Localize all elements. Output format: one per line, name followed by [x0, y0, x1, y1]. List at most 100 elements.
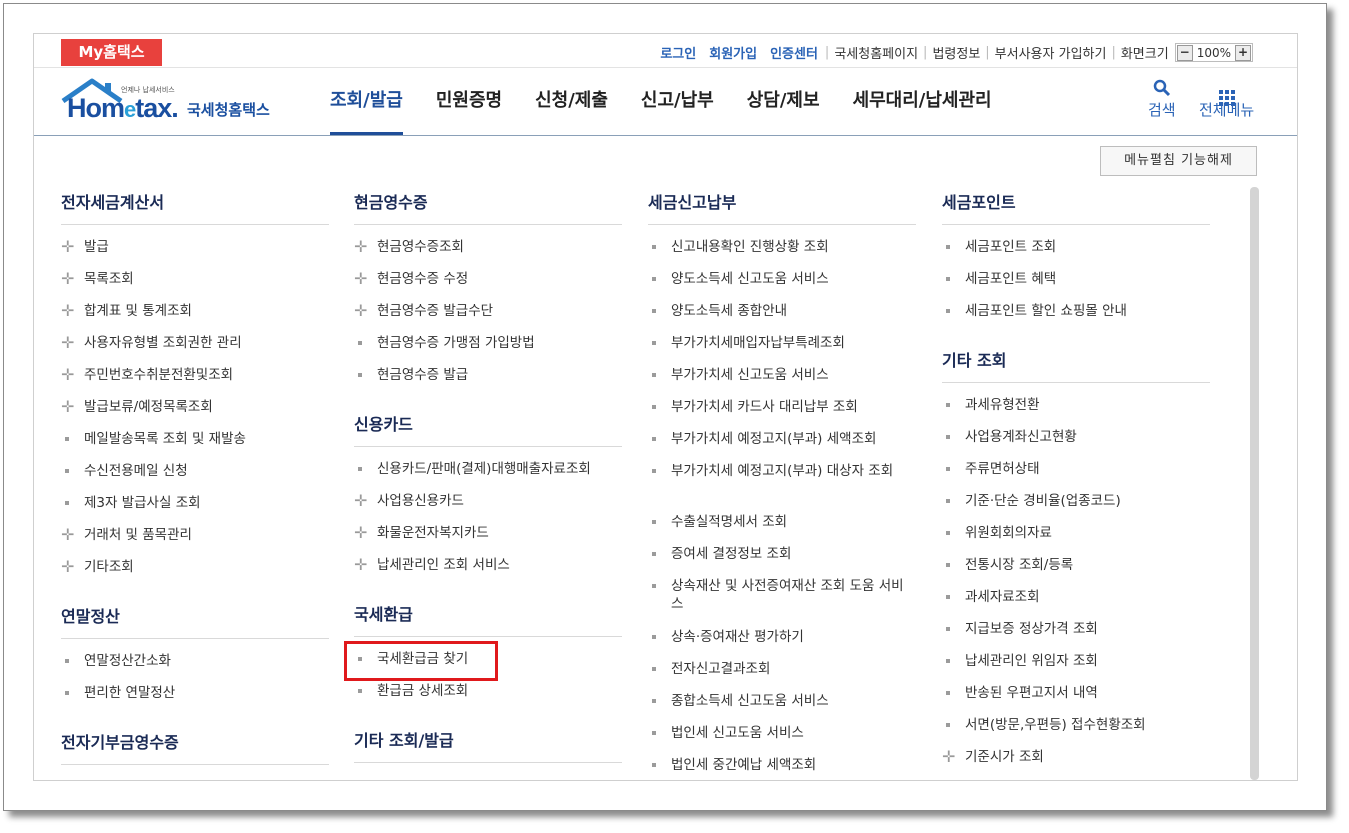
- main-header: 언제나 납세서비스 Hometax. 국세청홈택스 조회/발급 민원증명 신청/…: [34, 67, 1297, 136]
- menu-item-label: 주민번호수취분전환및조회: [84, 367, 234, 383]
- top-links: 로그인 회원가입 인증센터 | 국세청홈페이지 | 법령정보 | 부서사용자 가…: [660, 43, 1253, 62]
- logo-wordmark: Hometax.: [67, 93, 179, 124]
- menu-item-label: 세금포인트 할인 쇼핑몰 안내: [965, 303, 1127, 319]
- menu-item-label: 사업용계좌신고현황: [965, 429, 1077, 445]
- menu-item-label: 상속재산 및 사전증여재산 조회 도움 서비스: [671, 578, 904, 612]
- hometax-page: My홈택스 로그인 회원가입 인증센터 | 국세청홈페이지 | 법령정보 | 부…: [33, 33, 1298, 781]
- cert-center-link[interactable]: 인증센터: [770, 43, 818, 62]
- menu-item-label: 현금영수증 발급수단: [377, 303, 494, 319]
- plus-icon: ✛: [354, 555, 368, 574]
- logo-part: tax.: [135, 93, 179, 123]
- menu-item-label: 부가가치세 예정고지(부과) 대상자 조회: [671, 463, 894, 479]
- search-label: 검색: [1148, 101, 1176, 119]
- menu-expand-disable-button[interactable]: 메뉴펼침 기능해제: [1100, 146, 1257, 176]
- menu-item-label: 부가가치세매입자납부특례조회: [671, 335, 845, 351]
- nav-tax-agent[interactable]: 세무대리/납세관리: [853, 67, 992, 135]
- search-icon: [1148, 79, 1176, 99]
- menu-item-label: 거래처 및 품목관리: [84, 527, 192, 543]
- menu-item-label: 목록조회: [84, 271, 134, 287]
- divider: |: [1111, 45, 1116, 60]
- all-menu-label: 전체메뉴: [1199, 101, 1255, 119]
- plus-icon: ✛: [61, 333, 75, 352]
- section-title[interactable]: 기타 조회/발급: [354, 727, 622, 763]
- hometax-logo[interactable]: 언제나 납세서비스 Hometax. 국세청홈택스: [59, 75, 289, 125]
- plus-icon: ✛: [942, 747, 956, 766]
- law-info-link[interactable]: 법령정보: [932, 43, 980, 62]
- logo-part: Hom: [67, 93, 125, 123]
- nav-consult[interactable]: 상담/제보: [747, 67, 820, 135]
- menu-item-label: 반송된 우편고지서 내역: [965, 685, 1098, 701]
- plus-icon: ✛: [61, 557, 75, 576]
- zoom-control: − 100% +: [1174, 43, 1253, 62]
- nts-homepage-link[interactable]: 국세청홈페이지: [834, 43, 918, 62]
- login-link[interactable]: 로그인: [660, 43, 696, 62]
- menu-item-label: 제3자 발급사실 조회: [84, 495, 201, 511]
- dept-user-signup-link[interactable]: 부서사용자 가입하기: [995, 43, 1107, 62]
- menu-item-label: 편리한 연말정산: [84, 685, 176, 701]
- my-hometax-tab[interactable]: My홈택스: [61, 39, 162, 66]
- section-title[interactable]: 세금포인트: [942, 189, 1210, 225]
- menu-item-label: 환급금 상세조회: [377, 683, 469, 699]
- all-menu-button[interactable]: 전체메뉴: [1199, 79, 1254, 120]
- menu-item-label: 합계표 및 통계조회: [84, 303, 192, 319]
- menu-item-label: 현금영수증 발급: [377, 367, 469, 383]
- plus-icon: ✛: [354, 237, 368, 256]
- menu-item-label: 전자신고결과조회: [671, 661, 771, 677]
- scrollbar[interactable]: [1250, 187, 1259, 780]
- menu-item-label: 부가가치세 카드사 대리납부 조회: [671, 399, 858, 415]
- menu-item-label: 발급보류/예정목록조회: [84, 399, 213, 415]
- menu-item-label: 위원회회의자료: [965, 525, 1052, 541]
- menu-item-label: 납세관리인 위임자 조회: [965, 653, 1098, 669]
- menu-item-label: 부가가치세 신고도움 서비스: [671, 367, 829, 383]
- menu-item-label: 과세유형전환: [965, 397, 1040, 413]
- menu-item-label: 신고내용확인 진행상황 조회: [671, 239, 829, 255]
- nav-apply-submit[interactable]: 신청/제출: [535, 67, 608, 135]
- menu-item-label: 상속·증여재산 평가하기: [671, 629, 804, 645]
- logo-korean: 국세청홈택스: [187, 101, 270, 119]
- menu-item-label: 종합소득세 신고도움 서비스: [671, 693, 829, 709]
- zoom-out-button[interactable]: −: [1176, 44, 1193, 61]
- grid-menu-icon: [1199, 79, 1254, 106]
- menu-item-label: 화물운전자복지카드: [377, 525, 489, 541]
- menu-item-label: 사용자유형별 조회권한 관리: [84, 335, 242, 351]
- menu-item-label: 신용카드/판매(결제)대행매출자료조회: [377, 461, 591, 477]
- menu-item-label: 증여세 결정정보 조회: [671, 546, 792, 562]
- plus-icon: ✛: [61, 525, 75, 544]
- plus-icon: ✛: [354, 301, 368, 320]
- section-title[interactable]: 전자기부금영수증: [61, 729, 329, 765]
- nav-inquiry-issue[interactable]: 조회/발급: [330, 67, 403, 135]
- plus-icon: ✛: [61, 365, 75, 384]
- nav-certificates[interactable]: 민원증명: [436, 67, 502, 135]
- section-title[interactable]: 전자세금계산서: [61, 189, 329, 225]
- section-title[interactable]: 세금신고납부: [648, 189, 916, 225]
- menu-item-label: 서면(방문,우편등) 접수현황조회: [965, 717, 1146, 733]
- section-title[interactable]: 기타 조회: [942, 347, 1210, 383]
- search-button[interactable]: 검색: [1148, 79, 1176, 120]
- zoom-in-button[interactable]: +: [1235, 44, 1251, 61]
- section-title[interactable]: 국세환급: [354, 601, 622, 637]
- menu-item-label: 양도소득세 신고도움 서비스: [671, 271, 829, 287]
- signup-link[interactable]: 회원가입: [709, 43, 757, 62]
- menu-item-label: 사업용신용카드: [377, 493, 464, 509]
- utility-bar: My홈택스 로그인 회원가입 인증센터 | 국세청홈페이지 | 법령정보 | 부…: [34, 34, 1297, 68]
- main-nav: 조회/발급 민원증명 신청/제출 신고/납부 상담/제보 세무대리/납세관리: [330, 67, 1025, 135]
- menu-item-label: 기타조회: [84, 559, 134, 575]
- divider: |: [923, 45, 928, 60]
- menu-item-label: 기준시가 조회: [965, 749, 1044, 765]
- menu-item-label: 발급: [84, 239, 109, 255]
- menu-item-label: 지급보증 정상가격 조회: [965, 621, 1098, 637]
- highlight-box: [344, 641, 498, 681]
- menu-item-label: 수출실적명세서 조회: [671, 514, 788, 530]
- plus-icon: ✛: [354, 491, 368, 510]
- plus-icon: ✛: [61, 397, 75, 416]
- menu-item-label: 전통시장 조회/등록: [965, 557, 1074, 573]
- menu-item-label: 세금포인트 혜택: [965, 271, 1057, 287]
- menu-item-label: 납세관리인 조회 서비스: [377, 557, 510, 573]
- section-title[interactable]: 연말정산: [61, 603, 329, 639]
- plus-icon: ✛: [354, 269, 368, 288]
- nav-report-pay[interactable]: 신고/납부: [641, 67, 714, 135]
- menu-item-label: 현금영수증조회: [377, 239, 464, 255]
- section-title[interactable]: 신용카드: [354, 411, 622, 447]
- divider: |: [824, 45, 830, 60]
- section-title[interactable]: 현금영수증: [354, 189, 622, 225]
